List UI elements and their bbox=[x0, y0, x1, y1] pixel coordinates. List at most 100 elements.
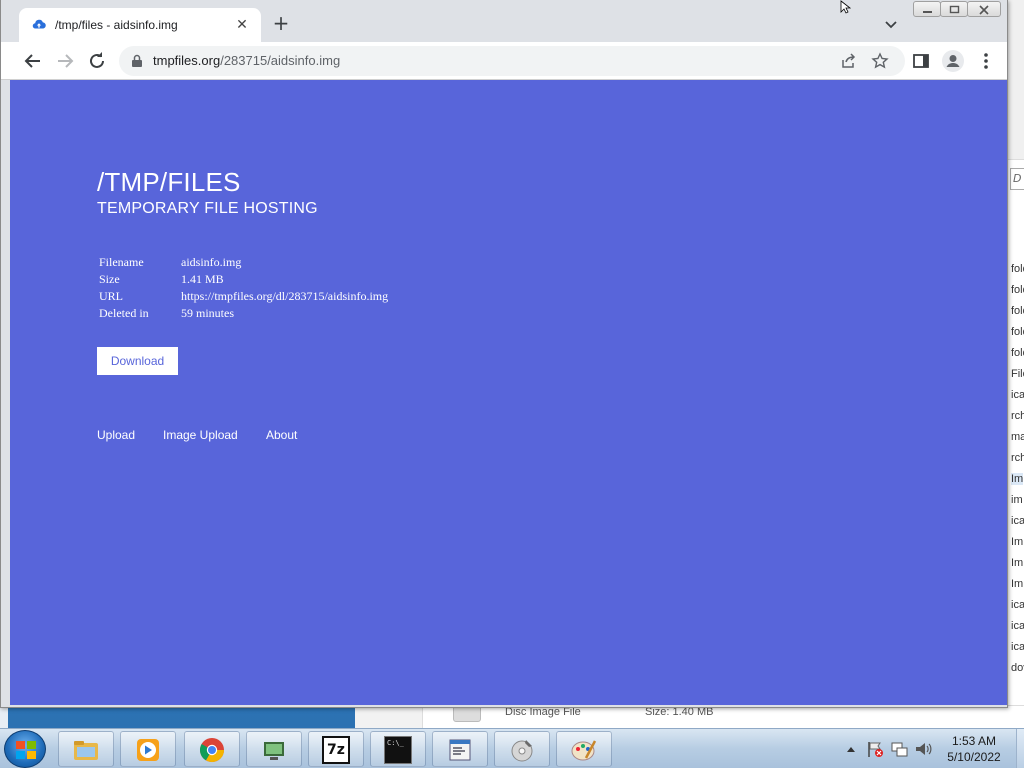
explorer-list-item[interactable]: fold bbox=[1011, 326, 1024, 338]
page-title: /TMP/FILES bbox=[97, 167, 241, 197]
disc-burn-icon bbox=[511, 740, 533, 762]
file-info-row: URL https://tmpfiles.org/dl/283715/aidsin… bbox=[99, 288, 388, 305]
taskbar-chrome[interactable] bbox=[184, 731, 240, 767]
taskbar: 7z C:\_ 1:53 AM 5/10/2022 bbox=[0, 728, 1024, 768]
taskbar-disc-burner[interactable] bbox=[494, 731, 550, 767]
network-icon bbox=[264, 742, 284, 760]
tray-expand-arrow-icon[interactable] bbox=[846, 745, 856, 753]
explorer-list-item[interactable]: ica bbox=[1011, 515, 1024, 527]
file-info-row: Filename aidsinfo.img bbox=[99, 254, 388, 271]
taskbar-7zip[interactable]: 7z bbox=[308, 731, 364, 767]
tab-close-icon[interactable]: ✕ bbox=[233, 16, 251, 34]
file-info-label: URL bbox=[99, 289, 123, 303]
chrome-icon bbox=[199, 738, 224, 763]
background-explorer-window[interactable]: D fold fold fold fold fold File ica rch ma rch Im i… bbox=[1007, 0, 1024, 730]
share-icon[interactable] bbox=[839, 52, 857, 70]
explorer-list-item[interactable]: Im bbox=[1011, 578, 1023, 590]
file-info-label: Deleted in bbox=[99, 306, 149, 320]
file-info-label: Size bbox=[99, 272, 120, 286]
page-viewport: /TMP/FILES TEMPORARY FILE HOSTING Filena… bbox=[10, 80, 1007, 705]
tab-search-chevron-icon[interactable] bbox=[881, 14, 901, 34]
menu-kebab-icon[interactable] bbox=[976, 51, 996, 71]
upload-link[interactable]: Upload bbox=[97, 428, 135, 442]
network-tray-icon[interactable] bbox=[890, 740, 908, 758]
reload-icon[interactable] bbox=[85, 49, 109, 73]
file-info-value: https://tmpfiles.org/dl/283715/aidsinfo.… bbox=[181, 289, 389, 303]
about-link[interactable]: About bbox=[266, 428, 297, 442]
explorer-list-item[interactable]: rch bbox=[1011, 452, 1024, 464]
url-text[interactable]: tmpfiles.org/283715/aidsinfo.img bbox=[153, 53, 340, 68]
clock-time: 1:53 AM bbox=[951, 734, 997, 748]
explorer-list-item[interactable]: Im bbox=[1011, 557, 1023, 569]
explorer-list-item[interactable]: ica bbox=[1011, 641, 1024, 653]
explorer-list-item[interactable]: ica bbox=[1011, 389, 1024, 401]
bookmark-star-icon[interactable] bbox=[871, 52, 889, 70]
close-window-button[interactable] bbox=[967, 1, 1001, 17]
show-desktop-button[interactable] bbox=[1016, 729, 1024, 768]
image-upload-link[interactable]: Image Upload bbox=[163, 428, 238, 442]
back-arrow-icon[interactable] bbox=[21, 49, 45, 73]
action-center-flag-icon[interactable] bbox=[866, 740, 884, 758]
lock-icon[interactable] bbox=[131, 54, 143, 68]
notepad-icon bbox=[449, 739, 471, 761]
side-panel-icon[interactable] bbox=[911, 51, 931, 71]
restore-button[interactable] bbox=[940, 1, 968, 17]
7zip-icon: 7z bbox=[322, 736, 350, 764]
start-button[interactable] bbox=[4, 730, 46, 768]
tab-strip: /tmp/files - aidsinfo.img ✕ + bbox=[1, 0, 1007, 43]
file-info-value: 1.41 MB bbox=[181, 272, 224, 286]
mouse-cursor-icon bbox=[840, 0, 851, 14]
explorer-list-item[interactable]: im bbox=[1011, 494, 1023, 506]
taskbar-notepad[interactable] bbox=[432, 731, 488, 767]
download-button[interactable]: Download bbox=[97, 347, 178, 375]
address-bar[interactable]: tmpfiles.org/283715/aidsinfo.img bbox=[119, 46, 905, 76]
media-player-icon bbox=[137, 739, 159, 761]
explorer-list-item[interactable]: fold bbox=[1011, 263, 1024, 275]
taskbar-media-player[interactable] bbox=[120, 731, 176, 767]
forward-arrow-icon[interactable] bbox=[53, 49, 77, 73]
taskbar-explorer[interactable] bbox=[58, 731, 114, 767]
taskbar-clock[interactable]: 1:53 AM 5/10/2022 bbox=[934, 733, 1014, 765]
explorer-list-item[interactable]: ica bbox=[1011, 599, 1024, 611]
page-subtitle: TEMPORARY FILE HOSTING bbox=[97, 200, 318, 217]
explorer-list-item[interactable]: fold bbox=[1011, 305, 1024, 317]
tab-title: /tmp/files - aidsinfo.img bbox=[55, 18, 178, 32]
explorer-list-item[interactable]: ica bbox=[1011, 620, 1024, 632]
taskbar-cmd[interactable]: C:\_ bbox=[370, 731, 426, 767]
file-info-label: Filename bbox=[99, 255, 144, 269]
minimize-button[interactable] bbox=[913, 1, 941, 17]
cloud-upload-icon bbox=[32, 19, 46, 29]
taskbar-network[interactable] bbox=[246, 731, 302, 767]
explorer-icon bbox=[74, 741, 98, 760]
explorer-list-item[interactable]: rch bbox=[1011, 410, 1024, 422]
file-info-value: 59 minutes bbox=[181, 306, 234, 320]
file-info-table: Filename aidsinfo.img Size 1.41 MB URL https:… bbox=[99, 254, 388, 322]
volume-icon[interactable] bbox=[914, 740, 932, 758]
explorer-list-item[interactable]: Im bbox=[1011, 536, 1023, 548]
explorer-list-item[interactable]: ma bbox=[1011, 431, 1024, 443]
browser-window: /tmp/files - aidsinfo.img ✕ + tmpfiles.o… bbox=[0, 0, 1008, 708]
paint-icon bbox=[571, 740, 597, 761]
explorer-list-item[interactable]: fold bbox=[1011, 284, 1024, 296]
explorer-list-item[interactable]: dov bbox=[1011, 662, 1024, 674]
explorer-search-fragment[interactable]: D bbox=[1010, 168, 1024, 190]
tab-active[interactable]: /tmp/files - aidsinfo.img ✕ bbox=[19, 8, 261, 43]
url-path: /283715/aidsinfo.img bbox=[220, 53, 341, 68]
browser-toolbar: tmpfiles.org/283715/aidsinfo.img bbox=[1, 42, 1007, 80]
clock-date: 5/10/2022 bbox=[947, 750, 1001, 764]
profile-avatar[interactable] bbox=[942, 50, 964, 72]
explorer-list-item[interactable]: fold bbox=[1011, 347, 1024, 359]
person-icon bbox=[946, 55, 960, 67]
windows-logo-icon bbox=[16, 741, 36, 759]
file-info-row: Deleted in 59 minutes bbox=[99, 305, 388, 322]
explorer-list-item[interactable]: Im bbox=[1011, 473, 1024, 485]
explorer-list-item[interactable]: File bbox=[1011, 368, 1024, 380]
file-info-row: Size 1.41 MB bbox=[99, 271, 388, 288]
explorer-details-row: Disc Image File Size: 1.40 MB bbox=[355, 702, 1024, 731]
explorer-toolbar bbox=[1008, 0, 1024, 160]
cmd-icon: C:\_ bbox=[384, 736, 412, 764]
url-host: tmpfiles.org bbox=[153, 53, 221, 68]
taskbar-paint[interactable] bbox=[556, 731, 612, 767]
new-tab-button[interactable]: + bbox=[270, 12, 292, 34]
file-info-value: aidsinfo.img bbox=[181, 255, 242, 269]
